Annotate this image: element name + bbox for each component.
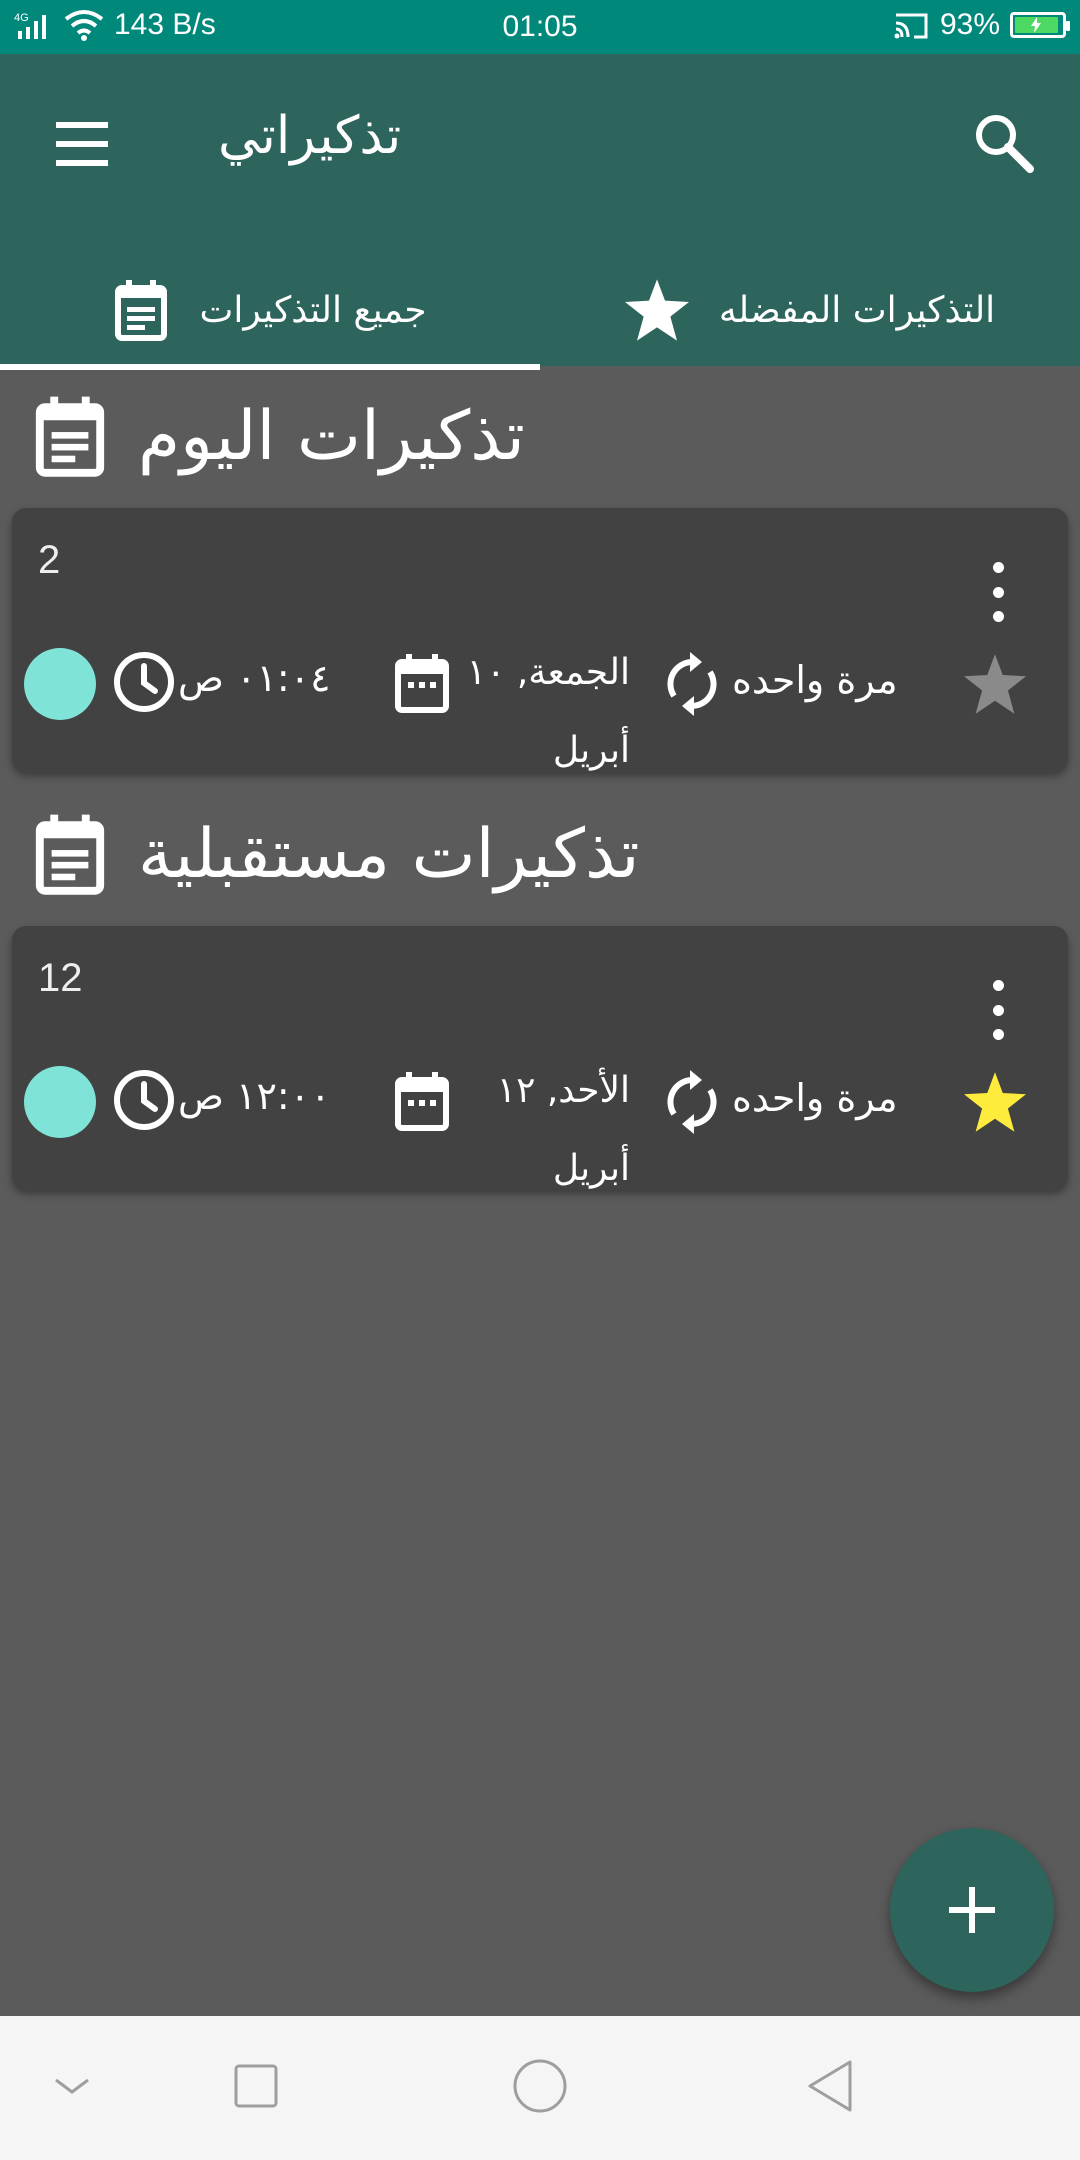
battery-percent: 93% [939,8,1000,41]
calendar-icon [395,1072,449,1131]
more-options-icon[interactable] [988,980,1008,1040]
note-calendar-icon [115,280,168,341]
section-title: تذكيرات مستقبلية [138,814,640,894]
system-nav-bar [0,2016,1080,2160]
reminder-repeat: مرة واحده [732,658,898,702]
more-options-icon[interactable] [988,562,1008,622]
charging-bolt-icon [1031,17,1042,33]
clock-icon [114,1070,174,1130]
note-calendar-icon [35,396,105,477]
star-icon [624,279,689,341]
back-icon[interactable] [790,2046,870,2126]
reminder-color-dot [24,648,96,720]
add-reminder-button[interactable] [890,1828,1054,1992]
cast-icon [894,13,928,39]
menu-button[interactable] [52,114,116,174]
tab-favorites-label: التذكيرات المفضله [718,289,996,331]
section-header-today: تذكيرات اليوم [32,386,525,486]
collapse-icon[interactable] [32,2046,112,2126]
calendar-icon [395,654,449,713]
recents-icon[interactable] [216,2046,296,2126]
reminder-title: 12 [38,956,83,1000]
search-icon[interactable] [970,109,1040,179]
app-title: تذكيراتي [218,106,402,166]
tab-favorites[interactable]: التذكيرات المفضله [540,254,1080,366]
reminder-repeat: مرة واحده [732,1076,898,1120]
section-title: تذكيرات اليوم [138,396,525,476]
repeat-icon [667,1070,717,1134]
note-calendar-icon [35,814,105,895]
tab-bar: جميع التذكيرات التذكيرات المفضله [0,254,1080,370]
battery-level [1015,17,1058,33]
reminder-card[interactable]: 2 ٠١:٠٤ ص الجمعة, ١٠ أبريل مرة واحده [12,508,1068,772]
favorite-star-icon[interactable] [964,1072,1026,1132]
reminder-time: ١٢:٠٠ ص [178,1074,331,1118]
favorite-star-icon[interactable] [964,654,1026,714]
reminder-date: الأحد, ١٢ أبريل [496,1070,630,1189]
battery-icon [1010,12,1070,38]
section-header-upcoming: تذكيرات مستقبلية [32,804,640,904]
reminder-time: ٠١:٠٤ ص [178,656,331,700]
tab-all-reminders[interactable]: جميع التذكيرات [0,254,540,366]
reminder-card[interactable]: 12 ١٢:٠٠ ص الأحد, ١٢ أبريل مرة واحده [12,926,1068,1190]
reminder-title: 2 [38,538,61,582]
home-icon[interactable] [500,2046,580,2126]
plus-icon [949,1887,995,1933]
selected-tab-indicator [0,364,540,370]
reminder-date: الجمعة, ١٠ أبريل [466,652,630,771]
status-bar: 4G 143 B/s 01:05 93% [0,0,1080,54]
reminder-color-dot [24,1066,96,1138]
tab-all-label: جميع التذكيرات [199,289,427,331]
status-bar-right: 93% [892,8,1070,42]
clock-icon [114,652,174,712]
app-bar: تذكيراتي جميع التذكيرات التذكيرات المفضل… [0,54,1080,370]
repeat-icon [667,652,717,716]
